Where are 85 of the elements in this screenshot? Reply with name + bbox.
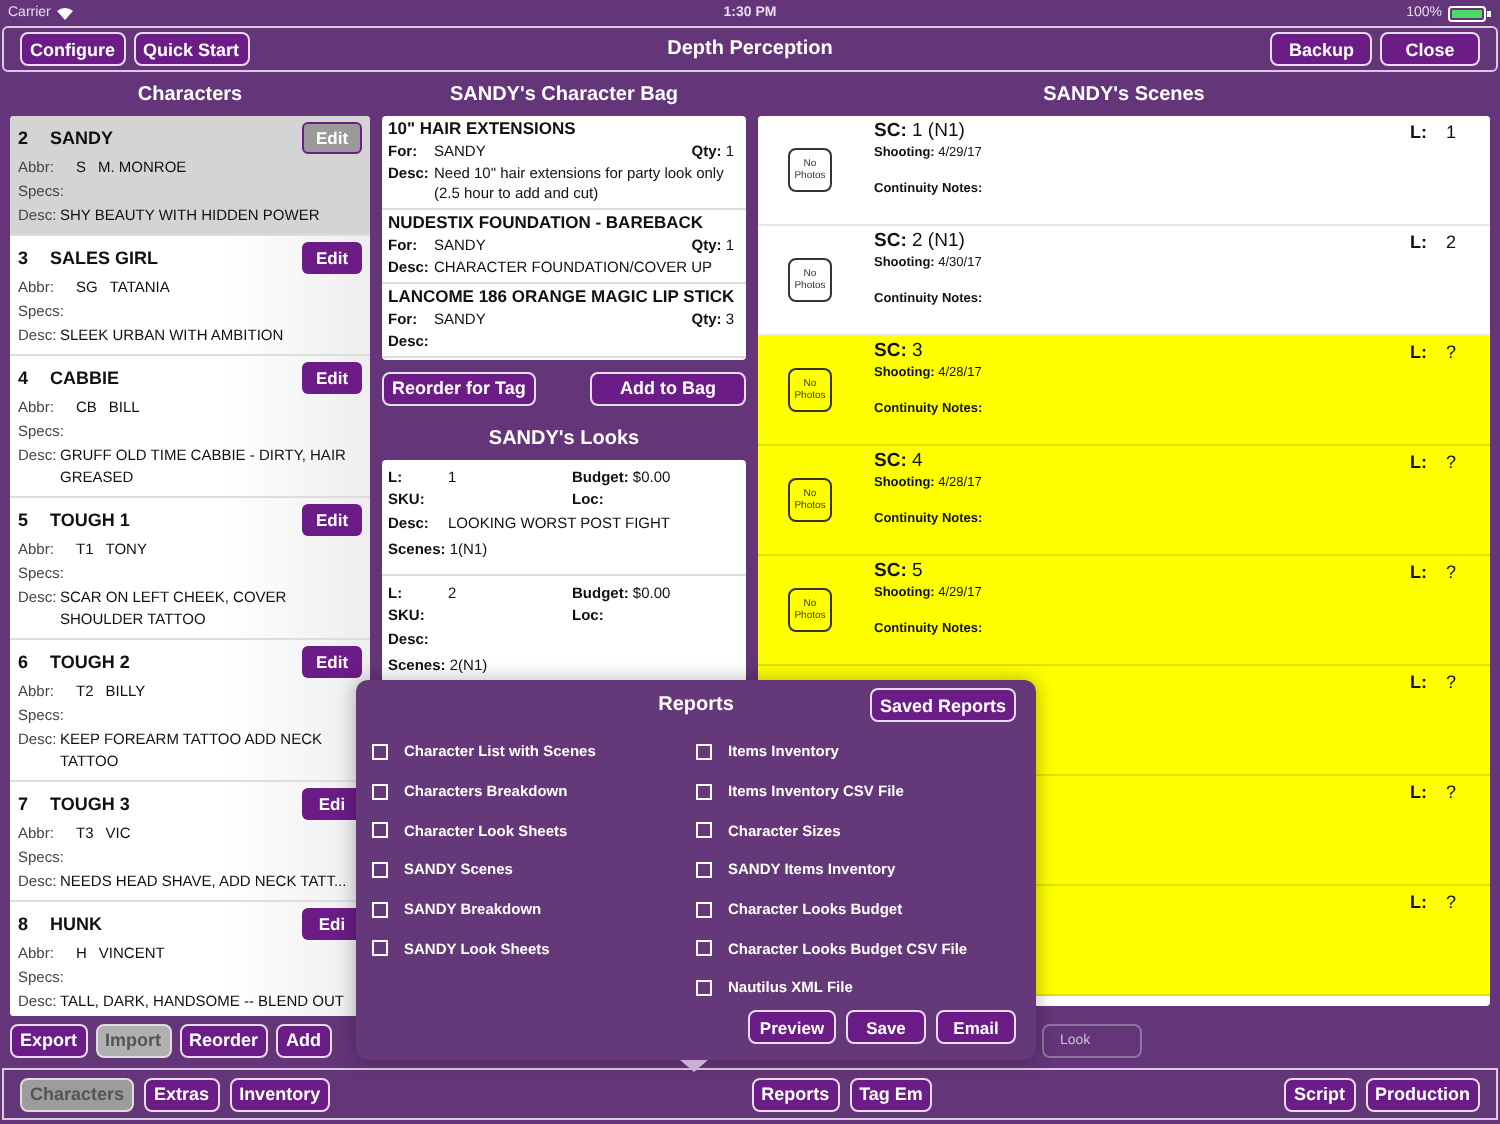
item-name: NUDESTIX FOUNDATION - BAREBACK: [388, 212, 706, 234]
toolbar-tab[interactable]: Extras: [144, 1077, 220, 1111]
look-number: ?: [1446, 892, 1457, 912]
scene-number: SC: 5: [874, 560, 925, 584]
checkbox[interactable]: [372, 901, 388, 918]
checkbox[interactable]: [372, 861, 388, 878]
field-label: L:: [1410, 342, 1429, 362]
popover-button[interactable]: Save: [846, 1010, 926, 1044]
character-number: 8: [18, 914, 31, 934]
popover-button[interactable]: Email: [936, 1010, 1016, 1044]
edit-button[interactable]: Edi: [302, 788, 362, 820]
field-label: L:: [1410, 122, 1429, 142]
character-name: TOUGH 1: [50, 510, 132, 530]
character-name: TOUGH 3: [50, 794, 132, 814]
toolbar-tab[interactable]: Production: [1365, 1077, 1481, 1111]
field-label: L:: [1410, 782, 1429, 802]
scene-number: SC: 2 (N1): [874, 230, 967, 254]
checkbox[interactable]: [696, 783, 712, 800]
character-name: SANDY: [50, 128, 116, 148]
look-number: ?: [1446, 672, 1457, 692]
field-label: L:: [1410, 672, 1429, 692]
checkbox[interactable]: [696, 940, 712, 957]
character-number: 5: [18, 510, 31, 530]
header-button[interactable]: Configure: [20, 32, 125, 66]
character-number: 4: [18, 368, 31, 388]
list-button[interactable]: Export: [10, 1023, 88, 1057]
field-label: L:: [1410, 892, 1429, 912]
checkbox[interactable]: [696, 743, 712, 760]
look-number: ?: [1446, 452, 1457, 472]
saved-reports-button[interactable]: Saved Reports: [869, 688, 1016, 722]
edit-button[interactable]: Edit: [302, 646, 362, 678]
scene-number: SC: 1 (N1): [874, 120, 967, 144]
popover-title: Reports: [658, 693, 734, 715]
toolbar-tab[interactable]: Reports: [751, 1077, 840, 1111]
header-button[interactable]: Backup: [1270, 32, 1372, 66]
field-label: L:: [1410, 562, 1429, 582]
checkbox[interactable]: [696, 901, 712, 918]
field-label: L:: [1410, 452, 1429, 472]
checkbox[interactable]: [696, 822, 712, 839]
app-title: Depth Perception: [665, 38, 835, 60]
checkbox[interactable]: [372, 940, 388, 957]
panel-title: Characters: [135, 81, 245, 109]
bag-button[interactable]: Add to Bag: [590, 371, 746, 405]
bag-button[interactable]: Reorder for Tag: [382, 371, 536, 405]
look-number: 2: [1446, 232, 1457, 252]
edit-button[interactable]: Edi: [302, 908, 362, 940]
item-name: 10" HAIR EXTENSIONS: [388, 118, 578, 140]
scene-number: SC: 4: [874, 450, 925, 474]
panel-title: SANDY's Character Bag: [447, 81, 681, 109]
toolbar-tab[interactable]: Tag Em: [849, 1077, 933, 1111]
character-name: CABBIE: [50, 368, 122, 388]
checkbox[interactable]: [372, 822, 388, 839]
panel-title: SANDY's Looks: [486, 425, 642, 453]
look-number: ?: [1446, 342, 1457, 362]
header-button[interactable]: Close: [1380, 32, 1480, 66]
checkbox[interactable]: [372, 783, 388, 800]
look-number: 1: [1446, 122, 1457, 142]
scene-number: SC: 3: [874, 340, 925, 364]
edit-button[interactable]: Edit: [302, 504, 362, 536]
toolbar-tab[interactable]: Inventory: [229, 1077, 331, 1111]
character-number: 6: [18, 652, 31, 672]
checkbox[interactable]: [696, 861, 712, 878]
popover-button[interactable]: Preview: [748, 1010, 836, 1044]
character-name: HUNK: [50, 914, 104, 934]
edit-button[interactable]: Edit: [302, 362, 362, 394]
toolbar-tab[interactable]: Script: [1284, 1077, 1356, 1111]
field-label: L:: [1410, 232, 1429, 252]
popover-arrow: [680, 1060, 708, 1072]
edit-button[interactable]: Edit: [302, 242, 362, 274]
look-number: ?: [1446, 562, 1457, 582]
character-number: 7: [18, 794, 31, 814]
character-number: 3: [18, 248, 31, 268]
checkbox[interactable]: [372, 743, 388, 760]
wifi-icon: [56, 6, 75, 20]
battery-icon: [1448, 5, 1492, 21]
look-number: ?: [1446, 782, 1457, 802]
list-button[interactable]: Reorder: [179, 1023, 269, 1057]
list-button[interactable]: Add: [276, 1023, 332, 1057]
header-button[interactable]: Quick Start: [133, 32, 250, 66]
character-name: TOUGH 2: [50, 652, 132, 672]
panel-title: SANDY's Scenes: [1041, 81, 1207, 109]
character-number: 2: [18, 128, 31, 148]
item-name: LANCOME 186 ORANGE MAGIC LIP STICK: [388, 286, 737, 308]
checkbox[interactable]: [696, 979, 712, 996]
character-name: SALES GIRL: [50, 248, 161, 268]
